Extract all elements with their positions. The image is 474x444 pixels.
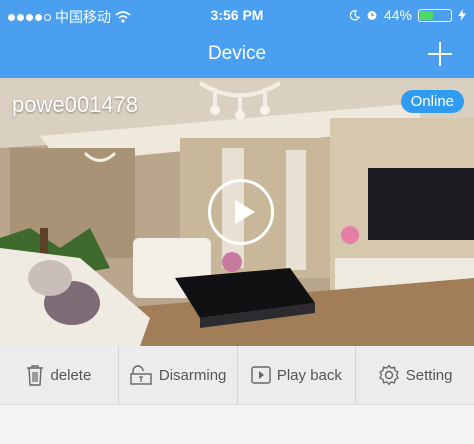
unlocked-padlock-icon — [130, 365, 152, 385]
add-device-button[interactable] — [424, 38, 456, 70]
status-bar: 中国移动 3:56 PM 44% — [0, 0, 474, 32]
device-name: powe001478 — [12, 92, 139, 117]
camera-preview[interactable]: powe001478 Online — [0, 78, 474, 346]
nav-bar: Device — [0, 32, 474, 78]
status-badge: Online — [400, 90, 464, 113]
charging-icon — [458, 9, 466, 21]
moon-icon — [349, 9, 360, 20]
gear-icon — [378, 364, 399, 386]
battery-icon — [418, 8, 452, 22]
trash-icon — [27, 365, 44, 386]
battery-percent: 44% — [383, 7, 412, 23]
playback-button[interactable]: Play back — [238, 346, 357, 404]
disarming-button[interactable]: Disarming — [119, 346, 238, 404]
playback-icon — [251, 366, 271, 384]
status-right: 44% — [349, 7, 466, 23]
delete-button[interactable]: delete — [0, 346, 119, 404]
playback-label: Play back — [276, 366, 342, 384]
play-icon — [235, 200, 255, 224]
setting-label: Setting — [405, 366, 453, 384]
play-button[interactable] — [208, 179, 274, 245]
setting-button[interactable]: Setting — [356, 346, 474, 404]
disarming-label: Disarming — [158, 366, 227, 384]
alarm-clock-icon — [367, 11, 377, 20]
page-title: Device — [207, 43, 267, 64]
device-action-bar: delete Disarming Play back Setting — [0, 346, 474, 405]
delete-label: delete — [50, 366, 92, 384]
